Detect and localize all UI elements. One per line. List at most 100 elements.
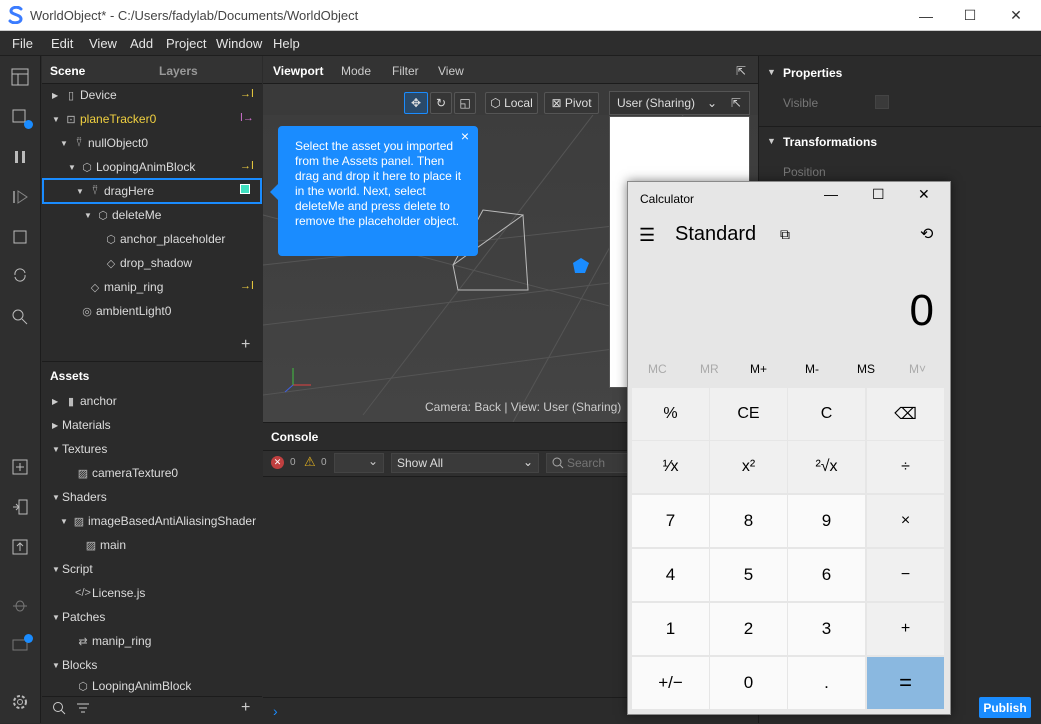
filter-icon[interactable] xyxy=(76,702,90,717)
close-button[interactable]: ✕ xyxy=(993,0,1039,31)
add-asset-button[interactable]: + xyxy=(241,699,250,717)
key-sqrt[interactable]: ²√x xyxy=(788,441,865,493)
upload-icon[interactable] xyxy=(8,535,32,559)
tab-scene[interactable]: Scene xyxy=(50,64,85,78)
key-percent[interactable]: % xyxy=(632,388,709,440)
publish-button[interactable]: Publish xyxy=(979,697,1031,718)
key-backspace[interactable]: ⌫ xyxy=(867,388,944,440)
key-equals[interactable]: = xyxy=(867,657,944,709)
key-reciprocal[interactable]: ¹⁄x xyxy=(632,441,709,493)
asset-materials[interactable]: ▶ Materials xyxy=(52,413,111,437)
memory-list-button[interactable]: M˅ xyxy=(909,362,926,376)
hamburger-menu-icon[interactable]: ☰ xyxy=(639,225,655,246)
add-asset-icon[interactable] xyxy=(8,455,32,479)
key-5[interactable]: 5 xyxy=(710,549,787,601)
move-tool-button[interactable]: ✥ xyxy=(404,92,428,114)
key-divide[interactable]: ÷ xyxy=(867,441,944,493)
menu-help[interactable]: Help xyxy=(273,36,300,51)
settings-icon[interactable] xyxy=(8,690,32,714)
asset-textures[interactable]: ▼ Textures xyxy=(52,437,107,461)
asset-patch-manip-ring[interactable]: ⇄ manip_ring xyxy=(74,629,151,653)
tooltip-close-button[interactable]: × xyxy=(461,129,469,144)
menu-add[interactable]: Add xyxy=(130,36,153,51)
scene-item-ambientlight[interactable]: ◎ ambientLight0 xyxy=(78,299,171,323)
key-9[interactable]: 9 xyxy=(788,495,865,547)
tab-filter[interactable]: Filter xyxy=(392,64,419,78)
rotate-tool-button[interactable]: ↻ xyxy=(430,92,452,114)
key-add[interactable]: + xyxy=(867,603,944,655)
collapse-icon[interactable]: ▼ xyxy=(767,136,776,146)
key-4[interactable]: 4 xyxy=(632,549,709,601)
camera-select[interactable]: User (Sharing) ⌄ xyxy=(609,91,750,115)
tab-mode[interactable]: Mode xyxy=(341,64,371,78)
play-icon[interactable] xyxy=(8,185,32,209)
search-icon[interactable] xyxy=(8,305,32,329)
bug-icon[interactable] xyxy=(8,593,32,617)
asset-shaders[interactable]: ▼ Shaders xyxy=(52,485,107,509)
warning-icon[interactable]: ⚠ xyxy=(304,454,316,470)
scene-item-loopinganimblock[interactable]: ▼ ⬡ LoopingAnimBlock xyxy=(68,155,195,179)
popout-icon[interactable]: ⇱ xyxy=(731,96,741,110)
key-multiply[interactable]: × xyxy=(867,495,944,547)
memory-add-button[interactable]: M+ xyxy=(750,362,767,376)
pivot-button[interactable]: ⊠ Pivot xyxy=(544,92,599,114)
scene-item-device[interactable]: ▶ ▯ Device xyxy=(52,83,117,107)
asset-anchor[interactable]: ▶ ▮ anchor xyxy=(52,389,117,413)
count-select[interactable]: ⌄ xyxy=(334,453,384,473)
asset-cameratexture[interactable]: ▨ cameraTexture0 xyxy=(74,461,178,485)
key-ce[interactable]: CE xyxy=(710,388,787,440)
asset-shader-main[interactable]: ▨ main xyxy=(82,533,126,557)
feedback-icon[interactable] xyxy=(8,633,33,657)
popout-icon[interactable]: ⇱ xyxy=(736,64,746,78)
calc-minimize-button[interactable]: — xyxy=(824,186,838,202)
tab-layers[interactable]: Layers xyxy=(159,64,198,78)
key-decimal[interactable]: . xyxy=(788,657,865,709)
memory-subtract-button[interactable]: M- xyxy=(805,362,819,376)
scene-item-manip-ring[interactable]: ◇ manip_ring xyxy=(86,275,164,299)
key-square[interactable]: x² xyxy=(710,441,787,493)
menu-file[interactable]: File xyxy=(12,36,33,51)
key-3[interactable]: 3 xyxy=(788,603,865,655)
asset-license[interactable]: </> License.js xyxy=(74,581,145,605)
log-filter-select[interactable]: Show All ⌄ xyxy=(391,453,539,473)
asset-blocks[interactable]: ▼ Blocks xyxy=(52,653,97,677)
scene-item-drop-shadow[interactable]: ◇ drop_shadow xyxy=(102,251,192,275)
key-c[interactable]: C xyxy=(788,388,865,440)
key-6[interactable]: 6 xyxy=(788,549,865,601)
scene-item-nullobject[interactable]: ▼ ⍢ nullObject0 xyxy=(60,131,148,155)
search-icon[interactable] xyxy=(52,701,66,718)
history-icon[interactable]: ⟲ xyxy=(920,224,933,244)
asset-script[interactable]: ▼ Script xyxy=(52,557,93,581)
menu-edit[interactable]: Edit xyxy=(51,36,73,51)
key-7[interactable]: 7 xyxy=(632,495,709,547)
asset-shader[interactable]: ▼ ▨ imageBasedAntiAliasingShader xyxy=(60,509,256,533)
menu-view[interactable]: View xyxy=(89,36,117,51)
memory-store-button[interactable]: MS xyxy=(857,362,875,376)
menu-window[interactable]: Window xyxy=(216,36,262,51)
scene-item-deleteme[interactable]: ▼ ⬡ deleteMe xyxy=(84,203,161,227)
scene-item-draghere[interactable]: ▼ ⍢ dragHere xyxy=(76,179,154,203)
refresh-icon[interactable] xyxy=(8,263,32,287)
pin-icon[interactable] xyxy=(240,184,250,194)
add-object-button[interactable]: + xyxy=(241,336,250,354)
calc-maximize-button[interactable]: ☐ xyxy=(872,186,885,203)
collapse-icon[interactable]: ▼ xyxy=(767,67,776,77)
asset-patches[interactable]: ▼ Patches xyxy=(52,605,105,629)
asset-block[interactable]: ⬡ LoopingAnimBlock xyxy=(74,677,191,695)
memory-clear-button[interactable]: MC xyxy=(648,362,667,376)
layout-icon[interactable] xyxy=(8,65,32,89)
maximize-button[interactable]: ☐ xyxy=(947,0,993,31)
visible-checkbox[interactable] xyxy=(875,95,889,109)
simulator-icon[interactable] xyxy=(8,105,33,129)
key-0[interactable]: 0 xyxy=(710,657,787,709)
key-2[interactable]: 2 xyxy=(710,603,787,655)
scene-item-planetracker[interactable]: ▼ ⊡ planeTracker0 xyxy=(52,107,156,131)
pause-icon[interactable] xyxy=(8,145,32,169)
key-8[interactable]: 8 xyxy=(710,495,787,547)
minimize-button[interactable]: — xyxy=(903,0,949,31)
key-negate[interactable]: +/− xyxy=(632,657,709,709)
key-subtract[interactable]: − xyxy=(867,549,944,601)
local-button[interactable]: ⬡ Local xyxy=(485,92,538,114)
menu-project[interactable]: Project xyxy=(166,36,206,51)
calc-close-button[interactable]: ✕ xyxy=(918,186,930,203)
